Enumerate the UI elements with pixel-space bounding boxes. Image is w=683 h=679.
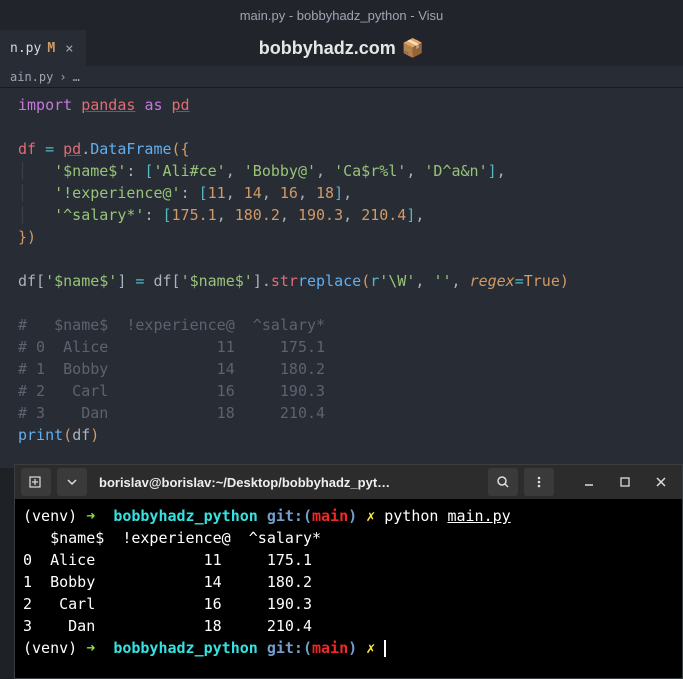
- terminal-output: 1 Bobby 14 180.2: [23, 571, 674, 593]
- code-line: [8, 116, 683, 138]
- code-line: }): [8, 226, 683, 248]
- terminal-output: 2 Carl 16 190.3: [23, 593, 674, 615]
- window-title-bar: main.py - bobbyhadz_python - Visu: [0, 0, 683, 30]
- tab-close-icon[interactable]: ×: [61, 41, 77, 57]
- terminal-title: borislav@borislav:~/Desktop/bobbyhadz_py…: [91, 475, 484, 490]
- minimize-button[interactable]: [574, 468, 604, 496]
- watermark: bobbyhadz.com 📦: [259, 38, 424, 59]
- terminal-body[interactable]: (venv) ➜ bobbyhadz_python git:(main) ✗ p…: [15, 499, 682, 678]
- minimize-icon: [583, 476, 595, 488]
- code-comment: # $name$ !experience@ ^salary*: [8, 314, 683, 336]
- close-icon: [655, 476, 667, 488]
- code-line: │ '^salary*': [175.1, 180.2, 190.3, 210.…: [8, 204, 683, 226]
- terminal-header: borislav@borislav:~/Desktop/bobbyhadz_py…: [15, 465, 682, 499]
- code-comment: # 0 Alice 11 175.1: [8, 336, 683, 358]
- breadcrumb-more: …: [73, 70, 80, 84]
- breadcrumb[interactable]: ain.py › …: [0, 66, 683, 88]
- window-title: main.py - bobbyhadz_python - Visu: [240, 8, 444, 23]
- kebab-menu-icon: [532, 475, 546, 489]
- code-comment: # 3 Dan 18 210.4: [8, 402, 683, 424]
- tab-modified-indicator: M: [47, 41, 55, 56]
- terminal-panel: borislav@borislav:~/Desktop/bobbyhadz_py…: [14, 464, 683, 679]
- terminal-output: 0 Alice 11 175.1: [23, 549, 674, 571]
- terminal-prompt-line: (venv) ➜ bobbyhadz_python git:(main) ✗: [23, 637, 674, 659]
- code-line: import pandas as pd: [8, 94, 683, 116]
- code-line: print(df): [8, 424, 683, 446]
- code-line: │ '!experience@': [11, 14, 16, 18],: [8, 182, 683, 204]
- package-icon: 📦: [402, 38, 424, 59]
- terminal-output: 3 Dan 18 210.4: [23, 615, 674, 637]
- tab-filename: n.py: [10, 41, 41, 56]
- file-tab-main[interactable]: n.py M ×: [0, 30, 86, 66]
- terminal-menu-button[interactable]: [524, 468, 554, 496]
- terminal-prompt-line: (venv) ➜ bobbyhadz_python git:(main) ✗ p…: [23, 505, 674, 527]
- search-icon: [496, 475, 510, 489]
- new-tab-button[interactable]: [21, 468, 51, 496]
- tab-row: n.py M × bobbyhadz.com 📦: [0, 30, 683, 66]
- breadcrumb-file: ain.py: [10, 70, 53, 84]
- terminal-search-button[interactable]: [488, 468, 518, 496]
- code-comment: # 1 Bobby 14 180.2: [8, 358, 683, 380]
- code-line: [8, 292, 683, 314]
- code-line: │ '$name$': ['Ali#ce', 'Bobby@', 'Ca$r%l…: [8, 160, 683, 182]
- code-comment: # 2 Carl 16 190.3: [8, 380, 683, 402]
- breadcrumb-separator-icon: ›: [59, 70, 66, 84]
- code-line: df = pd.DataFrame({: [8, 138, 683, 160]
- code-line: [8, 248, 683, 270]
- maximize-icon: [619, 476, 631, 488]
- terminal-dropdown-button[interactable]: [57, 468, 87, 496]
- watermark-text: bobbyhadz.com: [259, 38, 396, 59]
- close-terminal-button[interactable]: [646, 468, 676, 496]
- code-line: df['$name$'] = df['$name$'].strreplace(r…: [8, 270, 683, 292]
- terminal-plus-icon: [29, 475, 43, 489]
- terminal-cursor: [384, 640, 386, 657]
- chevron-down-icon: [67, 477, 77, 487]
- code-editor[interactable]: import pandas as pd df = pd.DataFrame({ …: [0, 88, 683, 468]
- terminal-output: $name$ !experience@ ^salary*: [23, 527, 674, 549]
- maximize-button[interactable]: [610, 468, 640, 496]
